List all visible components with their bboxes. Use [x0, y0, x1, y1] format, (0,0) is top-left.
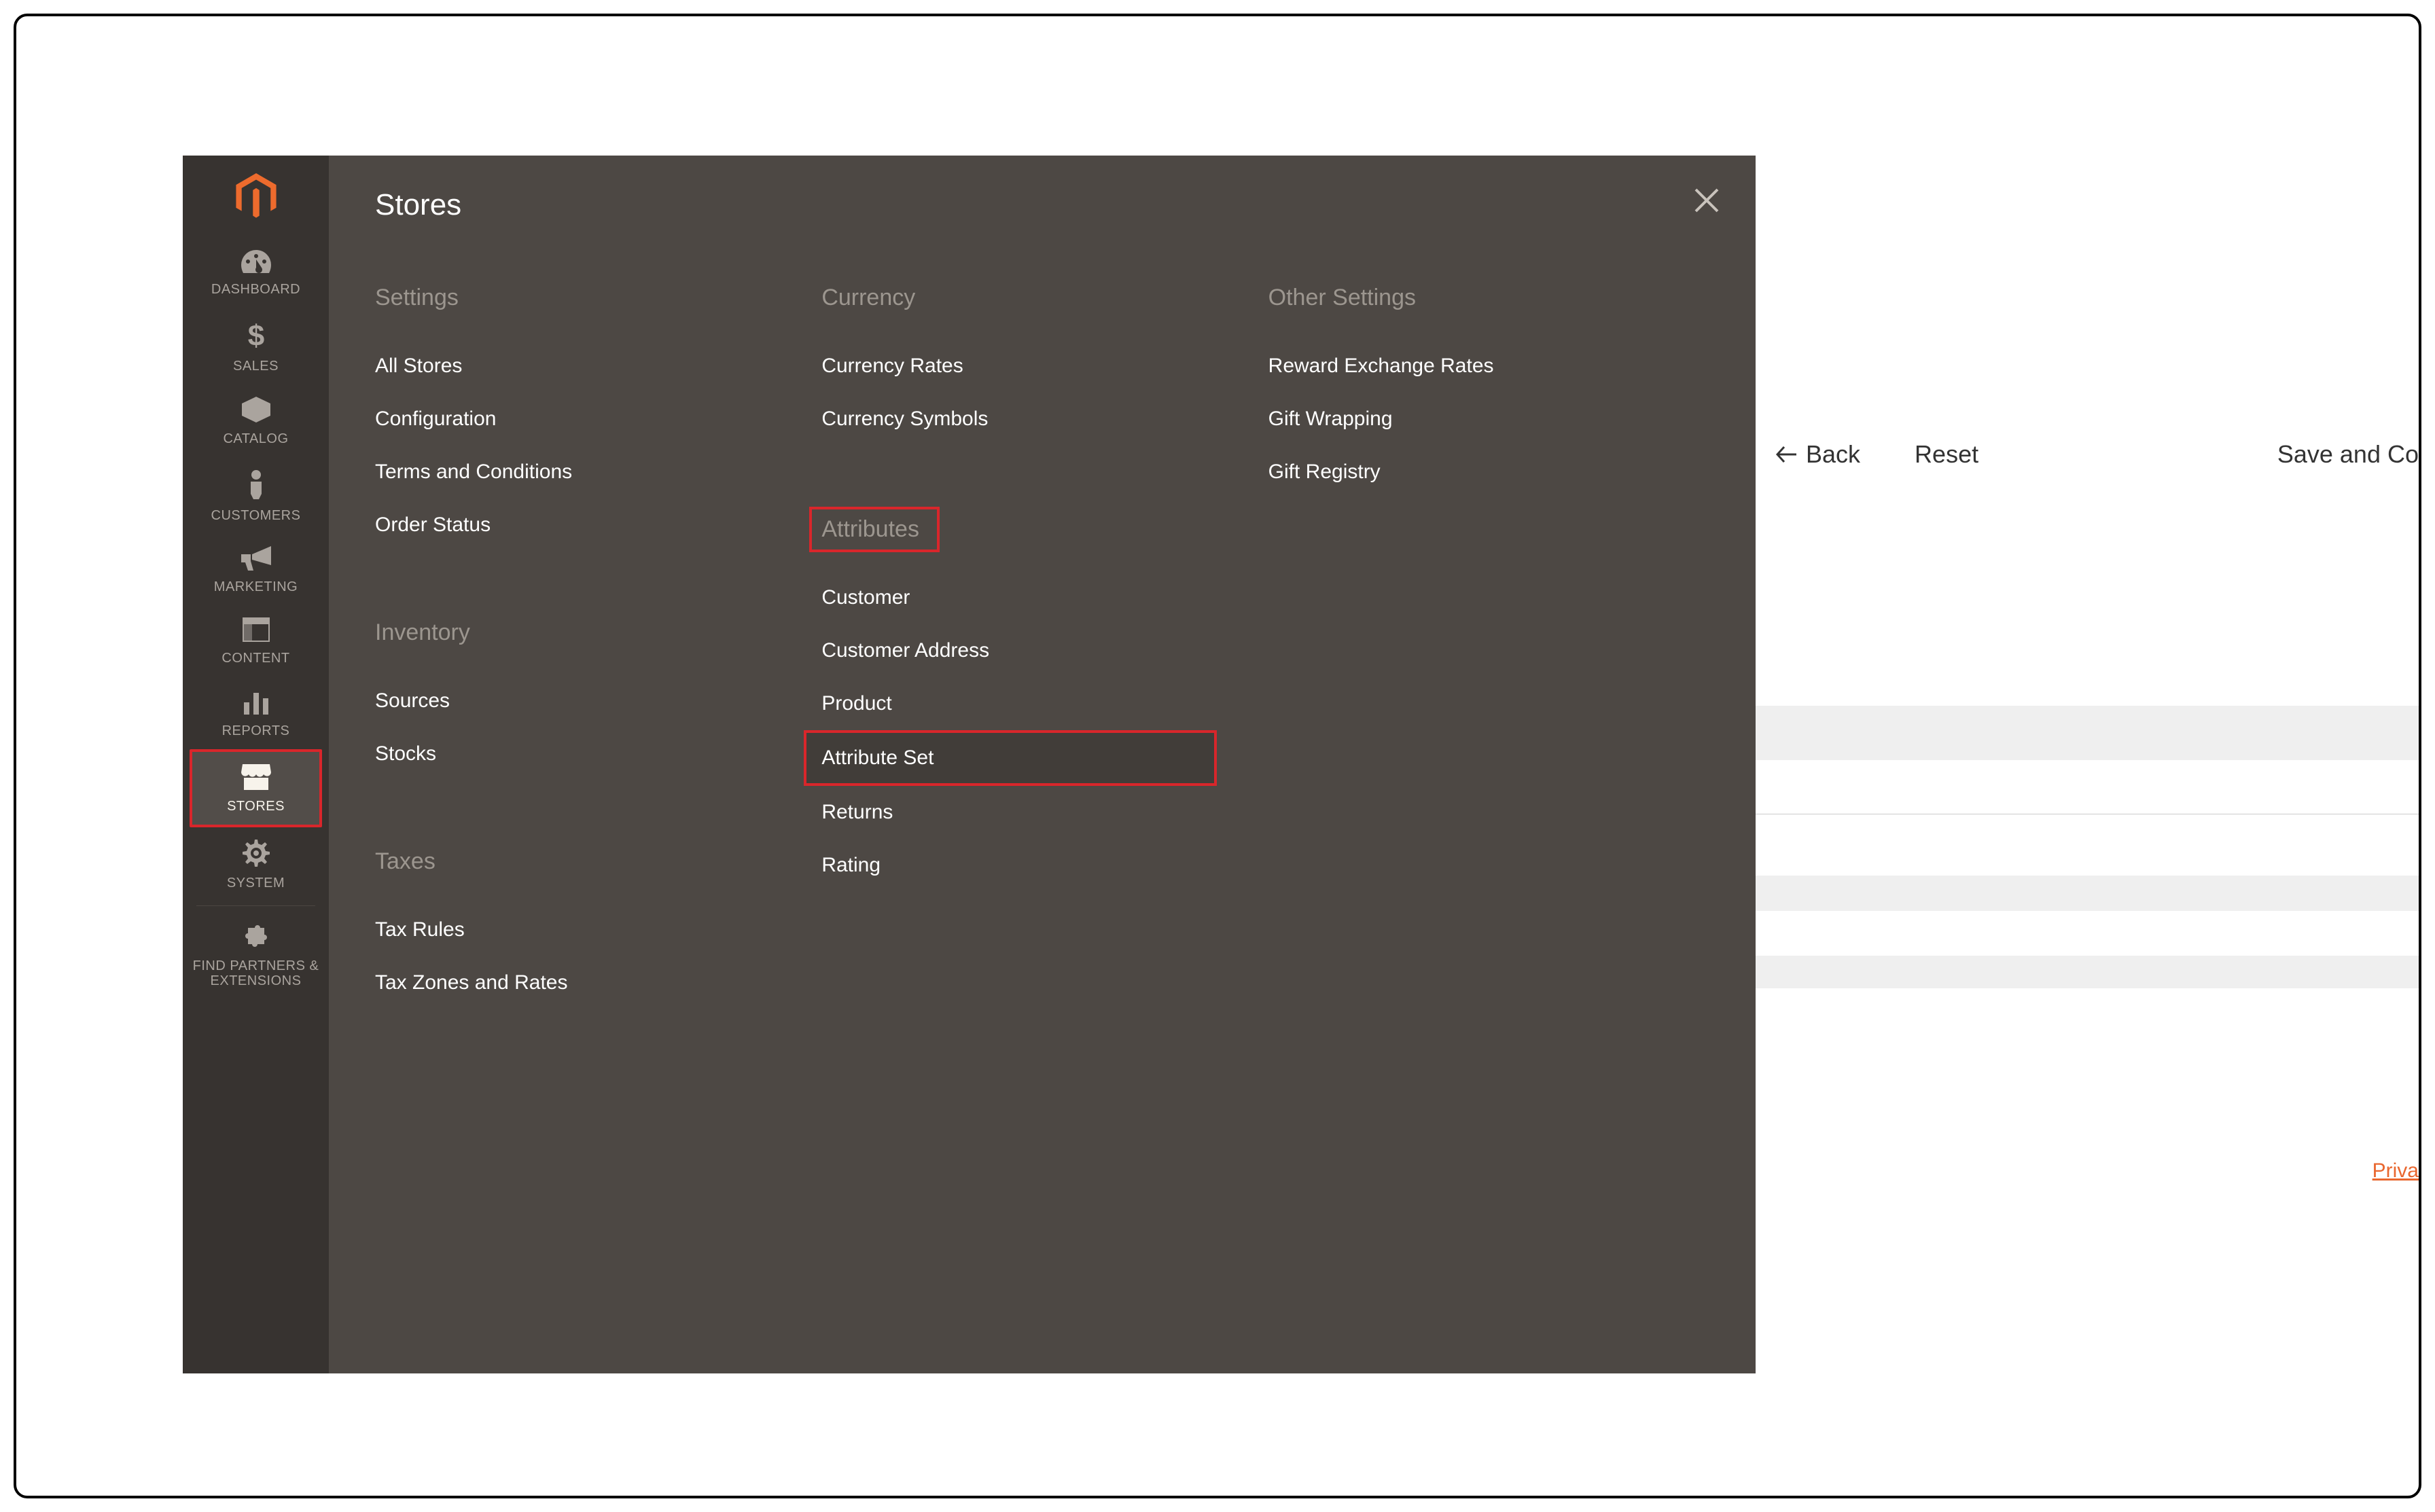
section-heading-currency: Currency [821, 285, 1241, 311]
sidebar-item-sales[interactable]: $ SALES [183, 308, 329, 384]
flyout-title: Stores [375, 188, 461, 222]
sidebar-label: CONTENT [221, 651, 289, 666]
sidebar-item-customers[interactable]: CUSTOMERS [183, 457, 329, 534]
menu-attr-returns[interactable]: Returns [821, 786, 1241, 839]
sidebar-label: SALES [233, 359, 279, 374]
app-area: DASHBOARD $ SALES CATALOG CUSTOMERS MARK… [183, 156, 2419, 1373]
sidebar-label: SYSTEM [227, 876, 285, 890]
sidebar-item-partners[interactable]: FIND PARTNERS & EXTENSIONS [183, 910, 329, 999]
menu-tax-zones[interactable]: Tax Zones and Rates [375, 956, 794, 1009]
menu-terms[interactable]: Terms and Conditions [375, 446, 794, 499]
person-icon [248, 469, 264, 504]
gauge-icon [241, 249, 271, 278]
content-band [1756, 876, 2419, 911]
menu-configuration[interactable]: Configuration [375, 393, 794, 446]
close-button[interactable] [1690, 184, 1723, 217]
flyout-col-3: Other Settings Reward Exchange Rates Gif… [1268, 285, 1715, 1373]
admin-sidebar: DASHBOARD $ SALES CATALOG CUSTOMERS MARK… [183, 156, 329, 1373]
section-heading-other: Other Settings [1268, 285, 1688, 311]
highlight-attributes-heading: Attributes [809, 507, 940, 552]
main-content: Back Reset Save and Co Save and Co Priva [1756, 156, 2419, 1373]
menu-gift-registry[interactable]: Gift Registry [1268, 446, 1688, 499]
back-label: Back [1806, 440, 1860, 469]
privacy-link[interactable]: Priva [2372, 1159, 2419, 1183]
megaphone-icon [241, 546, 271, 575]
gear-icon [243, 840, 270, 871]
layout-icon [243, 617, 270, 647]
sidebar-item-catalog[interactable]: CATALOG [183, 384, 329, 457]
menu-stocks[interactable]: Stocks [375, 727, 794, 780]
menu-attr-rating[interactable]: Rating [821, 839, 1241, 892]
menu-currency-rates[interactable]: Currency Rates [821, 340, 1241, 393]
menu-sources[interactable]: Sources [375, 674, 794, 727]
content-band [1756, 706, 2419, 760]
action-bar: Back Reset Save and Co Save and Co [1756, 420, 2419, 488]
sidebar-item-content[interactable]: CONTENT [183, 605, 329, 677]
section-heading-attributes: Attributes [821, 516, 919, 542]
reset-button[interactable]: Reset [1915, 440, 1978, 469]
menu-order-status[interactable]: Order Status [375, 499, 794, 552]
sidebar-label: FIND PARTNERS & EXTENSIONS [185, 958, 326, 988]
flyout-col-1: Settings All Stores Configuration Terms … [375, 285, 821, 1373]
content-band [1756, 956, 2419, 988]
menu-attr-customer[interactable]: Customer [821, 571, 1241, 624]
sidebar-item-marketing[interactable]: MARKETING [183, 534, 329, 605]
menu-attr-customer-address[interactable]: Customer Address [821, 624, 1241, 677]
nav-divider [196, 905, 315, 906]
menu-tax-rules[interactable]: Tax Rules [375, 903, 794, 956]
back-button[interactable]: Back [1776, 440, 1860, 469]
menu-gift-wrapping[interactable]: Gift Wrapping [1268, 393, 1688, 446]
browser-frame: DASHBOARD $ SALES CATALOG CUSTOMERS MARK… [14, 14, 2421, 1498]
dollar-icon: $ [246, 320, 266, 355]
menu-currency-symbols[interactable]: Currency Symbols [821, 393, 1241, 446]
menu-all-stores[interactable]: All Stores [375, 340, 794, 393]
sidebar-item-stores[interactable]: STORES [192, 752, 319, 825]
flyout-col-2: Currency Currency Rates Currency Symbols… [821, 285, 1268, 1373]
puzzle-icon [243, 922, 270, 954]
sidebar-label: REPORTS [222, 723, 290, 738]
magento-logo[interactable] [183, 156, 329, 237]
menu-reward-rates[interactable]: Reward Exchange Rates [1268, 340, 1688, 393]
sidebar-label: DASHBOARD [211, 282, 300, 297]
section-heading-settings: Settings [375, 285, 794, 311]
svg-text:$: $ [247, 320, 264, 350]
sidebar-item-dashboard[interactable]: DASHBOARD [183, 237, 329, 308]
sidebar-label: STORES [227, 799, 285, 814]
bars-icon [243, 689, 270, 719]
sidebar-label: MARKETING [214, 579, 298, 594]
save-button-partial[interactable]: Save and Co [2277, 440, 2419, 469]
stores-flyout: Stores Settings All Stores Configuration… [329, 156, 1756, 1373]
menu-attr-attribute-set[interactable]: Attribute Set [804, 730, 1217, 786]
sidebar-label: CATALOG [223, 431, 288, 446]
sidebar-label: CUSTOMERS [211, 508, 301, 523]
sidebar-item-reports[interactable]: REPORTS [183, 677, 329, 749]
store-icon [241, 764, 271, 795]
section-heading-taxes: Taxes [375, 848, 794, 875]
box-icon [242, 397, 270, 427]
sidebar-item-system[interactable]: SYSTEM [183, 827, 329, 901]
section-heading-inventory: Inventory [375, 619, 794, 646]
menu-attr-product[interactable]: Product [821, 677, 1241, 730]
